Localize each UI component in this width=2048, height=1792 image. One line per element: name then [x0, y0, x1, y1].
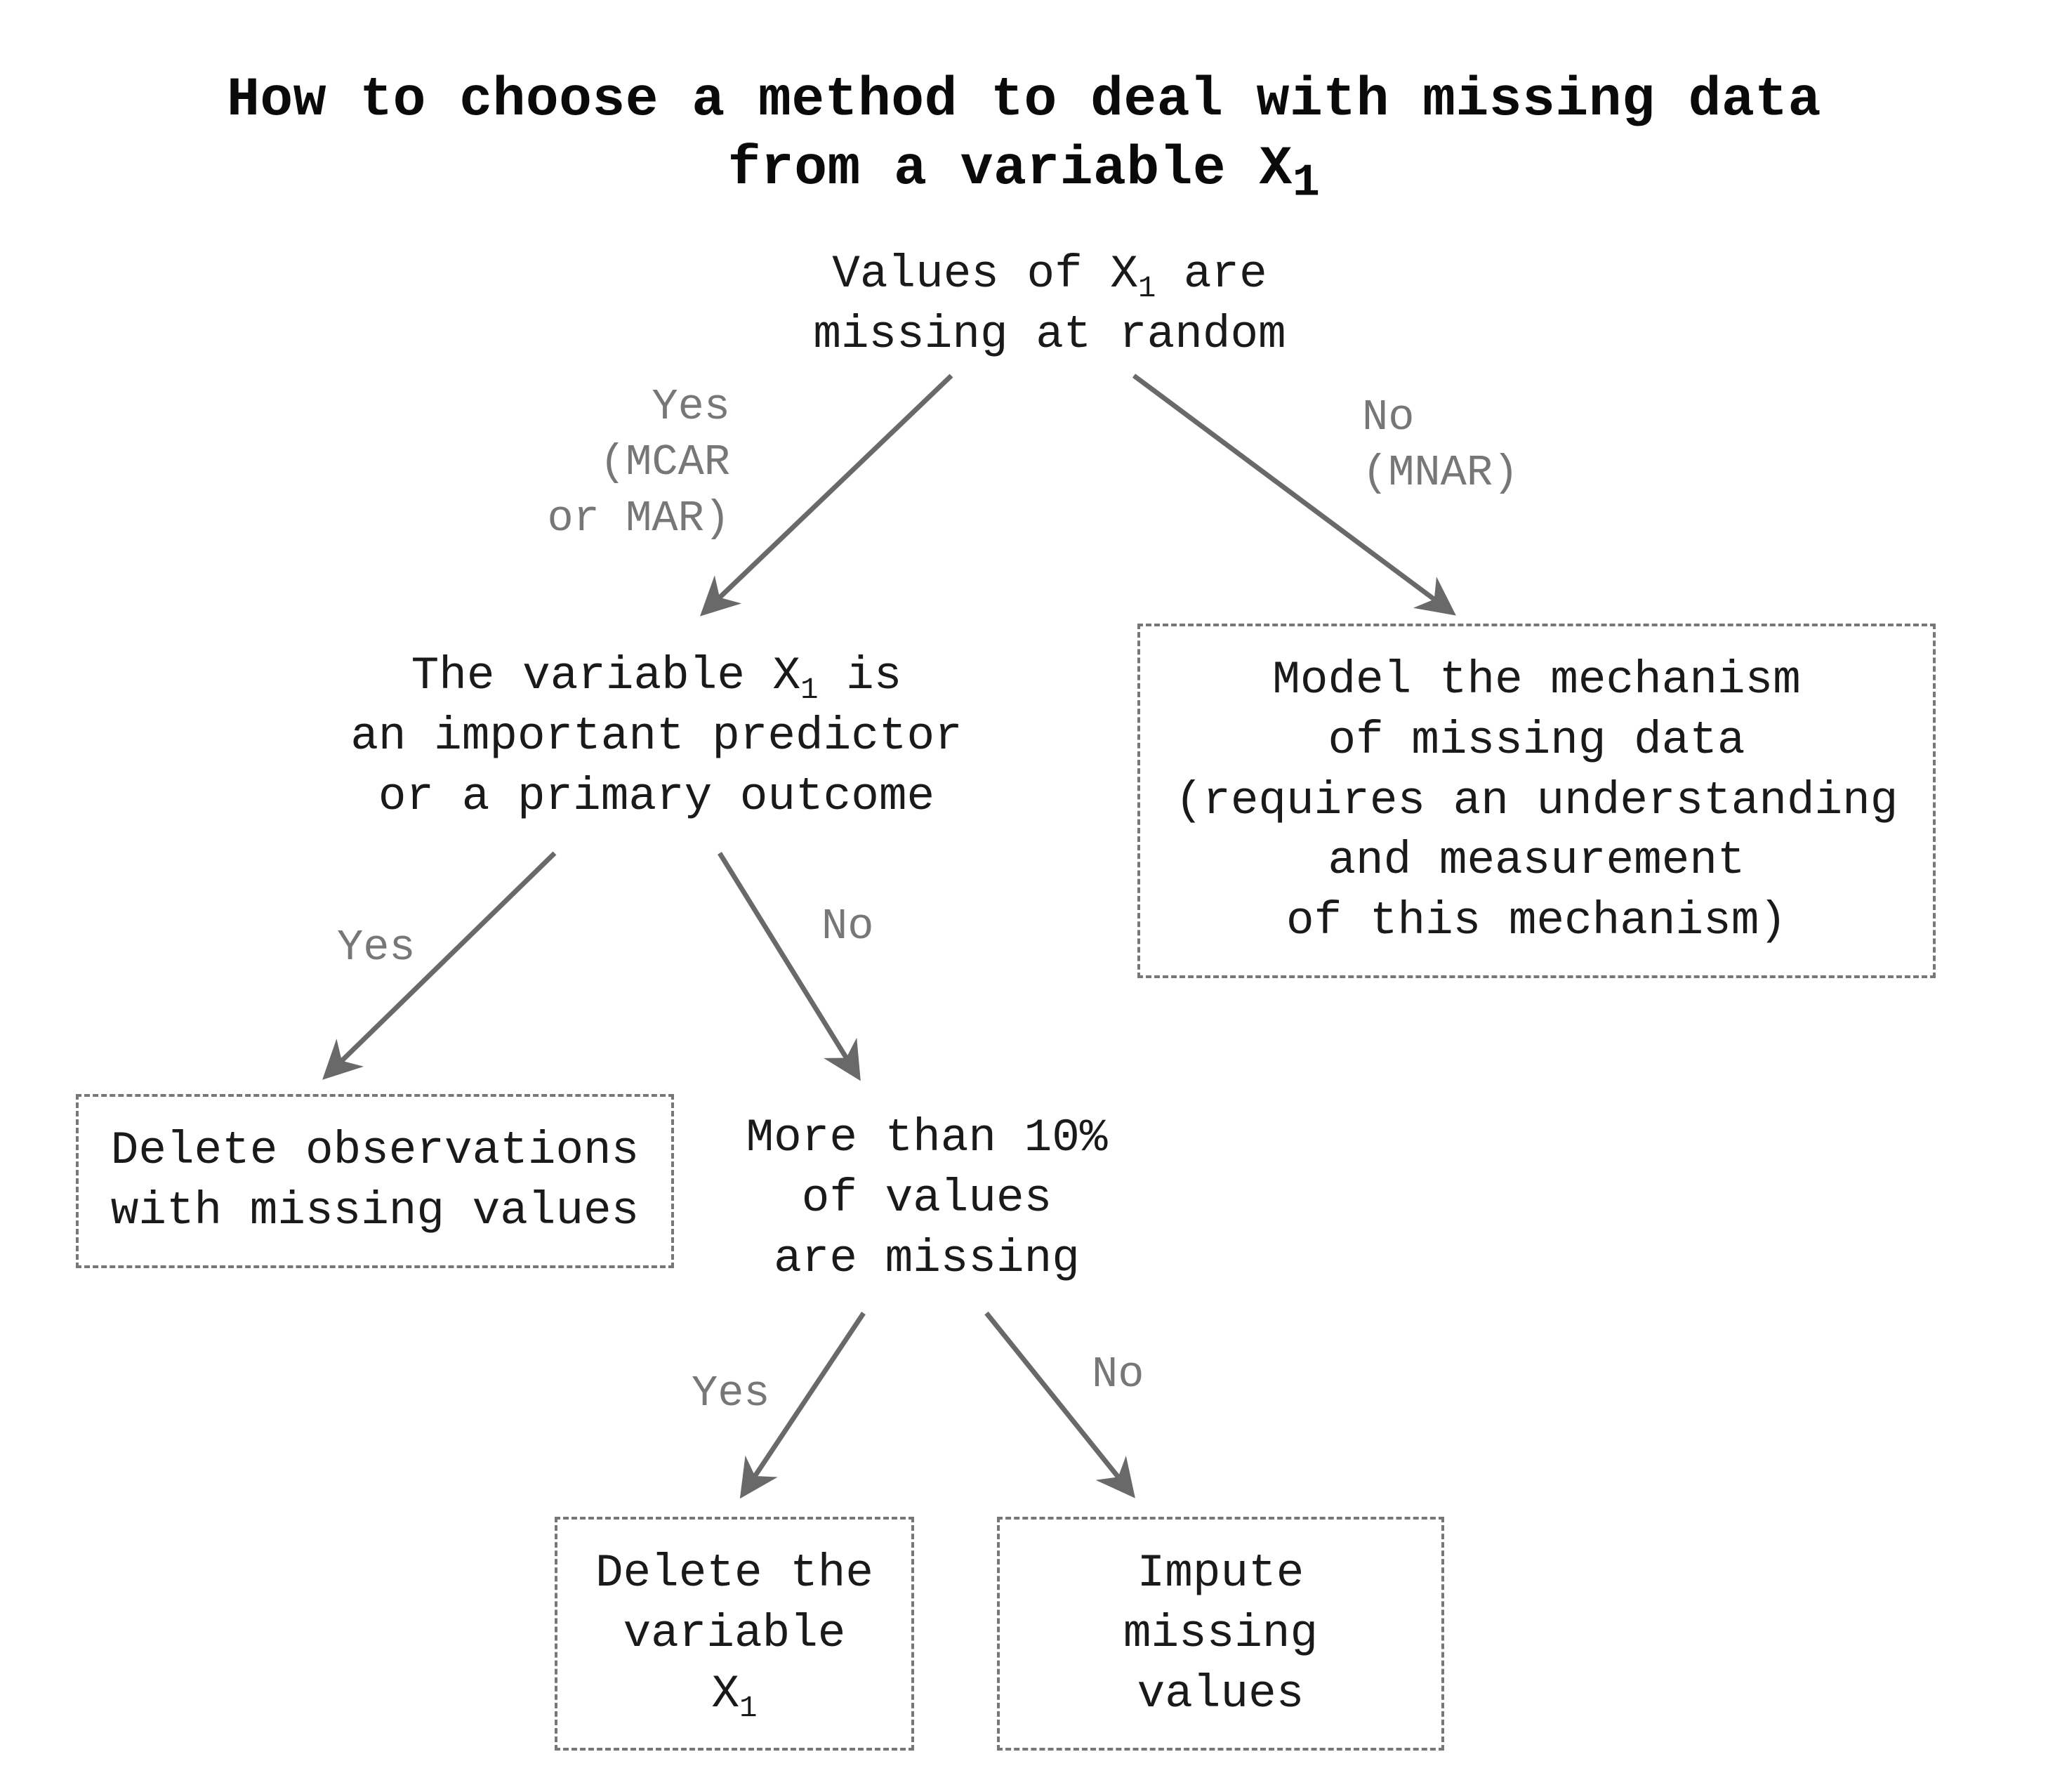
- root-line1b: are: [1156, 248, 1267, 301]
- model-l2: of missing data: [1328, 714, 1745, 767]
- delvar-l1: Delete the: [595, 1547, 873, 1600]
- page-title: How to choose a method to deal with miss…: [182, 67, 1867, 211]
- node-more-than-10pct: More than 10% of values are missing: [706, 1108, 1148, 1289]
- m10-l1: More than 10%: [746, 1112, 1108, 1164]
- edge-label-m10-no: No: [1092, 1347, 1144, 1402]
- root-line2: missing at random: [813, 308, 1286, 361]
- edge-label-imp-no: No: [821, 899, 873, 954]
- imp-l3: or a primary outcome: [378, 770, 934, 823]
- delobs-l1: Delete observations: [111, 1124, 640, 1177]
- model-l1: Model the mechanism: [1272, 654, 1801, 706]
- imp-sub: 1: [800, 673, 818, 707]
- edge-label-root-no: No (MNAR): [1362, 390, 1519, 501]
- edge-imp-no: [720, 853, 857, 1074]
- root-yes-l2: (MCAR: [600, 437, 730, 487]
- title-line-2a: from a variable X: [728, 138, 1293, 200]
- root-line1a: Values of X: [832, 248, 1138, 301]
- node-model-mechanism: Model the mechanism of missing data (req…: [1137, 624, 1936, 978]
- node-missing-at-random: Values of X1 are missing at random: [741, 244, 1359, 365]
- edge-m10-no: [986, 1313, 1130, 1492]
- edge-label-m10-yes: Yes: [692, 1366, 770, 1421]
- model-l3: (requires an understanding: [1175, 775, 1898, 827]
- node-delete-variable: Delete the variable X1: [555, 1517, 914, 1751]
- impute-l1: Impute: [1137, 1547, 1304, 1600]
- impute-l2: missing values: [1123, 1607, 1318, 1720]
- delobs-l2: with missing values: [111, 1185, 640, 1237]
- delvar-sub: 1: [739, 1692, 757, 1725]
- model-l5: of this mechanism): [1286, 895, 1787, 947]
- edge-label-root-yes: Yes (MCAR or MAR): [506, 379, 730, 546]
- node-impute: Impute missing values: [997, 1517, 1444, 1751]
- root-sub: 1: [1138, 272, 1156, 305]
- edge-label-imp-yes: Yes: [337, 920, 416, 975]
- imp-l1a: The variable X: [411, 650, 801, 702]
- edge-root-yes: [706, 376, 951, 611]
- root-yes-l1: Yes: [652, 382, 730, 432]
- model-l4: and measurement: [1328, 834, 1745, 887]
- root-yes-l3: or MAR): [548, 494, 730, 543]
- title-line-1: How to choose a method to deal with miss…: [227, 70, 1821, 131]
- root-no-l1: No: [1362, 393, 1414, 442]
- decision-tree-diagram: How to choose a method to deal with miss…: [0, 0, 2048, 1792]
- node-important-predictor: The variable X1 is an important predicto…: [277, 646, 1036, 826]
- imp-l1b: is: [819, 650, 902, 702]
- title-subscript: 1: [1293, 157, 1321, 209]
- delvar-l2a: variable X: [623, 1607, 846, 1720]
- m10-l3: are missing: [774, 1232, 1080, 1285]
- m10-l2: of values: [802, 1172, 1052, 1225]
- imp-l2: an important predictor: [350, 710, 962, 763]
- root-no-l2: (MNAR): [1362, 448, 1519, 498]
- node-delete-observations: Delete observations with missing values: [76, 1094, 674, 1268]
